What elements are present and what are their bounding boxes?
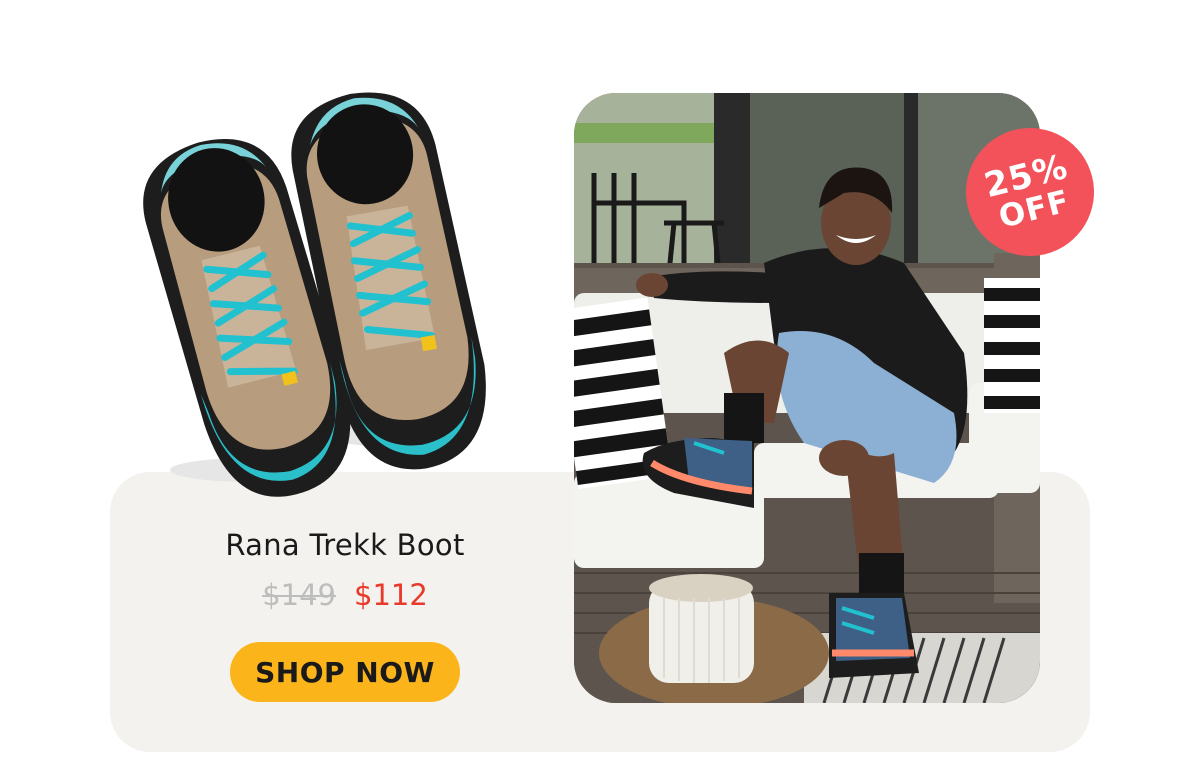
product-image[interactable] bbox=[130, 80, 490, 505]
price-group: $149 $112 bbox=[140, 578, 550, 612]
shop-now-button[interactable]: SHOP NOW bbox=[230, 642, 460, 702]
original-price: $149 bbox=[262, 578, 336, 612]
sale-price: $112 bbox=[354, 578, 428, 612]
product-name[interactable]: Rana Trekk Boot bbox=[140, 528, 550, 562]
